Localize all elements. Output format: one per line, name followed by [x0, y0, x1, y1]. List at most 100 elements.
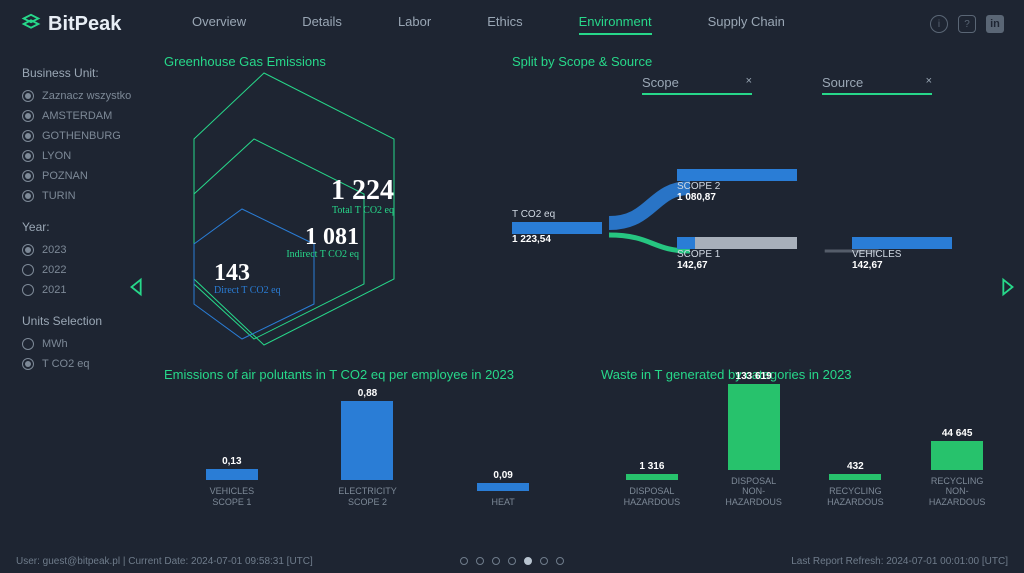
ghg-total-val: 1 224: [331, 177, 394, 205]
bar: [829, 474, 881, 480]
year-list: 2023 2022 2021: [22, 244, 140, 296]
bar-item: 44 645RECYCLINGNON-HAZARDOUS: [922, 428, 992, 508]
footer-right: Last Report Refresh: 2024-07-01 00:01:00…: [791, 556, 1008, 567]
page-dot[interactable]: [556, 557, 564, 565]
nav-tabs: Overview Details Labor Ethics Environmen…: [192, 14, 785, 35]
ghg-total-lbl: Total T CO2 eq: [331, 205, 394, 216]
tab-supply-chain[interactable]: Supply Chain: [708, 14, 785, 35]
bar: [626, 474, 678, 480]
split-filters: Scope× Source×: [642, 75, 1008, 95]
bar-item: 0,88ELECTRICITYSCOPE 2: [332, 388, 402, 508]
year-item-2021[interactable]: 2021: [22, 284, 140, 296]
radio-icon: [22, 90, 34, 102]
ghg-indirect-lbl: Indirect T CO2 eq: [286, 249, 359, 260]
radio-icon: [22, 284, 34, 296]
split-source-link[interactable]: Source×: [822, 75, 932, 95]
tab-details[interactable]: Details: [302, 14, 342, 35]
waste-chart: Waste in T generated by categories in 20…: [601, 367, 1008, 508]
emissions-chart-title: Emissions of air polutants in T CO2 eq p…: [164, 367, 571, 382]
bar-category: HEAT: [491, 497, 514, 508]
linkedin-icon[interactable]: in: [986, 15, 1004, 33]
bar-item: 133 619 DISPOSALNON-HAZARDOUS: [719, 371, 789, 508]
next-page-button[interactable]: [996, 276, 1018, 298]
bar-value: 44 645: [942, 428, 973, 439]
bar-value: 133 619: [736, 371, 772, 382]
radio-icon: [22, 190, 34, 202]
radio-icon: [22, 150, 34, 162]
radio-icon: [22, 130, 34, 142]
radio-icon: [22, 358, 34, 370]
tab-environment[interactable]: Environment: [579, 14, 652, 35]
tab-overview[interactable]: Overview: [192, 14, 246, 35]
sankey-chart: T CO2 eq 1 223,54 SCOPE 2 1 080,87 SCOPE…: [512, 143, 1008, 293]
bar-item: 0,13 VEHICLESSCOPE 1: [197, 456, 267, 508]
bu-item-poznan[interactable]: POZNAN: [22, 170, 140, 182]
split-scope-link[interactable]: Scope×: [642, 75, 752, 95]
ghg-hex-chart: 1 224 Total T CO2 eq 1 081 Indirect T CO…: [164, 69, 474, 349]
emissions-chart: Emissions of air polutants in T CO2 eq p…: [164, 367, 571, 508]
waste-bars: 1 316DISPOSALHAZARDOUS133 619DISPOSALNON…: [601, 388, 1008, 508]
page-dots: [460, 557, 564, 565]
bar-item: 1 316DISPOSALHAZARDOUS: [617, 461, 687, 508]
tab-ethics[interactable]: Ethics: [487, 14, 522, 35]
bar: [341, 401, 393, 480]
bu-item-amsterdam[interactable]: AMSTERDAM: [22, 110, 140, 122]
logo: BitPeak: [20, 13, 160, 36]
units-item-tco2[interactable]: T CO2 eq: [22, 358, 140, 370]
sankey-root: T CO2 eq 1 223,54: [512, 209, 602, 245]
body: Business Unit: Zaznacz wszystko AMSTERDA…: [0, 48, 1024, 538]
business-unit-list: Zaznacz wszystko AMSTERDAM GOTHENBURG LY…: [22, 90, 140, 202]
page-dot[interactable]: [508, 557, 516, 565]
year-item-2023[interactable]: 2023: [22, 244, 140, 256]
page-dot[interactable]: [460, 557, 468, 565]
bar-item: 0,09HEAT: [468, 470, 538, 508]
tab-labor[interactable]: Labor: [398, 14, 431, 35]
radio-icon: [22, 170, 34, 182]
main: Greenhouse Gas Emissions 1 224 Total T C…: [148, 48, 1024, 538]
header: BitPeak Overview Details Labor Ethics En…: [0, 0, 1024, 48]
footer-left: User: guest@bitpeak.pl | Current Date: 2…: [16, 556, 313, 567]
units-item-mwh[interactable]: MWh: [22, 338, 140, 350]
bar-category: DISPOSALNON-HAZARDOUS: [719, 476, 789, 508]
emissions-bars: 0,13 VEHICLESSCOPE 1 0,88ELECTRICITYSCOPE …: [164, 388, 571, 508]
bu-item-gothenburg[interactable]: GOTHENBURG: [22, 130, 140, 142]
bar-value: 1 316: [639, 461, 664, 472]
year-item-2022[interactable]: 2022: [22, 264, 140, 276]
ghg-title: Greenhouse Gas Emissions: [164, 54, 494, 69]
bar-category: VEHICLESSCOPE 1: [210, 486, 255, 508]
logo-icon: [20, 13, 42, 35]
bu-item-turin[interactable]: TURIN: [22, 190, 140, 202]
arrow-left-icon: [126, 276, 148, 298]
bu-item-lyon[interactable]: LYON: [22, 150, 140, 162]
year-head: Year:: [22, 220, 140, 234]
ghg-indirect-val: 1 081: [286, 225, 359, 249]
page-dot[interactable]: [476, 557, 484, 565]
radio-icon: [22, 110, 34, 122]
units-list: MWh T CO2 eq: [22, 338, 140, 370]
radio-icon: [22, 244, 34, 256]
bar-item: 432RECYCLINGHAZARDOUS: [820, 461, 890, 508]
sankey-vehicles: VEHICLES 142,67: [852, 235, 952, 271]
ghg-direct-val: 143: [214, 261, 281, 285]
page-dot[interactable]: [540, 557, 548, 565]
help-icon[interactable]: ?: [958, 15, 976, 33]
bottom-charts: Emissions of air polutants in T CO2 eq p…: [164, 367, 1008, 508]
split-title: Split by Scope & Source: [512, 54, 1008, 69]
close-icon[interactable]: ×: [926, 75, 932, 90]
prev-page-button[interactable]: [126, 276, 148, 298]
bar-category: ELECTRICITYSCOPE 2: [338, 486, 397, 508]
bu-item-select-all[interactable]: Zaznacz wszystko: [22, 90, 140, 102]
info-icon[interactable]: i: [930, 15, 948, 33]
bar-value: 432: [847, 461, 864, 472]
ghg-direct-lbl: Direct T CO2 eq: [214, 285, 281, 296]
bar: [728, 384, 780, 470]
bar-value: 0,13: [222, 456, 241, 467]
waste-chart-title: Waste in T generated by categories in 20…: [601, 367, 1008, 382]
header-icons: i ? in: [930, 15, 1004, 33]
page-dot[interactable]: [524, 557, 532, 565]
radio-icon: [22, 264, 34, 276]
page-dot[interactable]: [492, 557, 500, 565]
units-head: Units Selection: [22, 314, 140, 328]
bar: [477, 483, 529, 491]
close-icon[interactable]: ×: [746, 75, 752, 90]
